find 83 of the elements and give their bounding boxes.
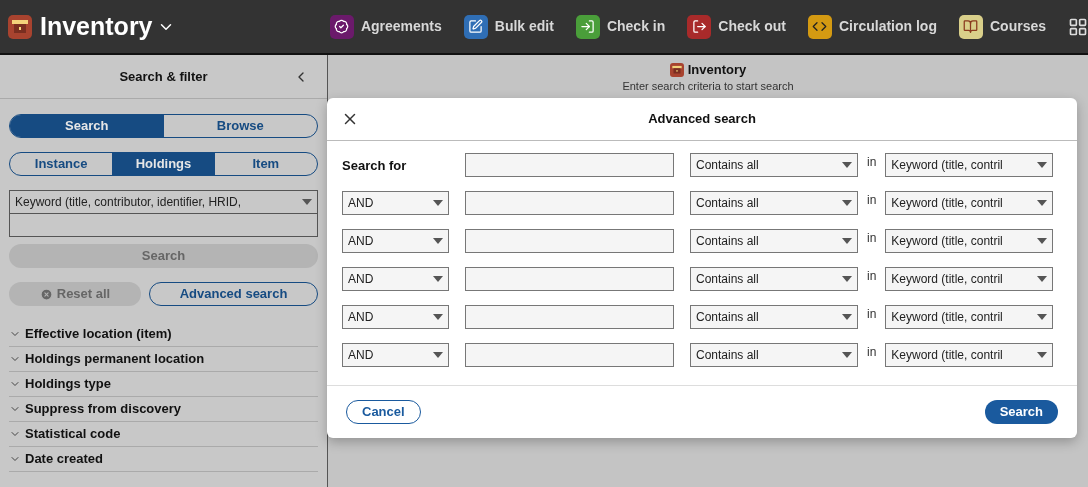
app-title[interactable]: Inventory [40,7,153,46]
dialog-title: Advanced search [648,110,756,129]
in-label: in [867,344,877,361]
field-select[interactable]: Keyword (title, contril [885,267,1054,291]
match-select[interactable]: Contains all [690,343,858,367]
query-field[interactable] [465,305,674,329]
caret-icon [433,238,443,244]
search-text-area[interactable] [9,214,318,237]
mode-tab[interactable]: Search [10,115,164,137]
query-field[interactable] [465,267,674,291]
book-icon[interactable] [958,14,983,39]
caret-icon [842,162,852,168]
caret-icon [433,200,443,206]
drawer-icon [669,62,684,77]
caret-icon [1037,314,1048,320]
filter-accordion[interactable]: Date created [9,447,318,472]
in-label: in [867,268,877,285]
pencil-square-icon[interactable] [463,14,488,39]
empty-message: Enter search criteria to start search [622,79,794,93]
app-link[interactable]: Agreements [360,16,442,37]
search-option-select[interactable]: Keyword (title, contributor, identifier, HRID, [9,190,318,214]
caret-icon [842,352,852,358]
app-link[interactable]: Courses [989,16,1046,37]
clear-icon [39,287,53,301]
operator-select[interactable]: AND [342,267,449,291]
caret-icon [433,276,443,282]
field-select[interactable]: Keyword (title, contril [885,229,1054,253]
search-for-label: Search for [342,158,407,173]
caret-icon [1037,352,1048,358]
sign-in-icon[interactable] [575,14,600,39]
caret-icon [433,352,443,358]
caret-icon [1037,276,1048,282]
segment-tab[interactable]: Holdings [112,153,215,175]
caret-icon [302,199,312,205]
field-select[interactable]: Keyword (title, contril [885,343,1054,367]
mode-tab[interactable]: Browse [163,115,317,137]
caret-icon [1037,200,1048,206]
match-select[interactable]: Contains all [690,267,858,291]
field-select[interactable]: Keyword (title, contril [885,153,1054,177]
filter-accordion[interactable]: Holdings permanent location [9,347,318,372]
filter-accordion[interactable]: Suppress from discovery [9,397,318,422]
drawer-icon [8,14,32,39]
in-label: in [867,230,877,247]
match-select[interactable]: Contains all [690,229,858,253]
caret-icon [842,276,852,282]
app-link[interactable]: Circulation log [838,16,937,37]
filter-accordion[interactable]: Holdings type [9,372,318,397]
query-field[interactable] [465,153,674,177]
operator-select[interactable]: AND [342,343,449,367]
field-select[interactable]: Keyword (title, contril [885,191,1054,215]
app-link[interactable]: Bulk edit [494,16,554,37]
query-field[interactable] [465,229,674,253]
operator-select[interactable]: AND [342,305,449,329]
filter-accordion[interactable]: Statistical code [9,422,318,447]
pane-title: Search & filter [119,67,208,86]
query-field[interactable] [465,191,674,215]
app-link[interactable]: Check out [718,16,786,37]
match-select[interactable]: Contains all [690,191,858,215]
filter-accordion[interactable]: Effective location (item) [9,322,318,347]
search-button[interactable]: Search [984,400,1058,424]
apps-grid-icon[interactable] [1068,16,1088,37]
match-select[interactable]: Contains all [690,305,858,329]
segment-tab[interactable]: Instance [10,153,113,175]
operator-select[interactable]: AND [342,229,449,253]
caret-icon [1037,238,1048,244]
operator-select[interactable]: AND [342,191,449,215]
in-label: in [867,192,877,209]
field-select[interactable]: Keyword (title, contril [885,305,1054,329]
caret-icon [842,200,852,206]
badge-check-icon[interactable] [329,14,354,39]
caret-icon [1037,162,1048,168]
match-select[interactable]: Contains all [690,153,858,177]
in-label: in [867,306,877,323]
query-field[interactable] [465,343,674,367]
code-icon[interactable] [807,14,832,39]
results-title: Inventory [687,61,747,79]
segment-tab[interactable]: Item [214,153,317,175]
caret-icon [433,314,443,320]
in-label: in [867,154,877,171]
sign-out-icon[interactable] [687,14,712,39]
app-link[interactable]: Check in [606,16,666,37]
caret-icon [842,314,852,320]
caret-icon [842,238,852,244]
